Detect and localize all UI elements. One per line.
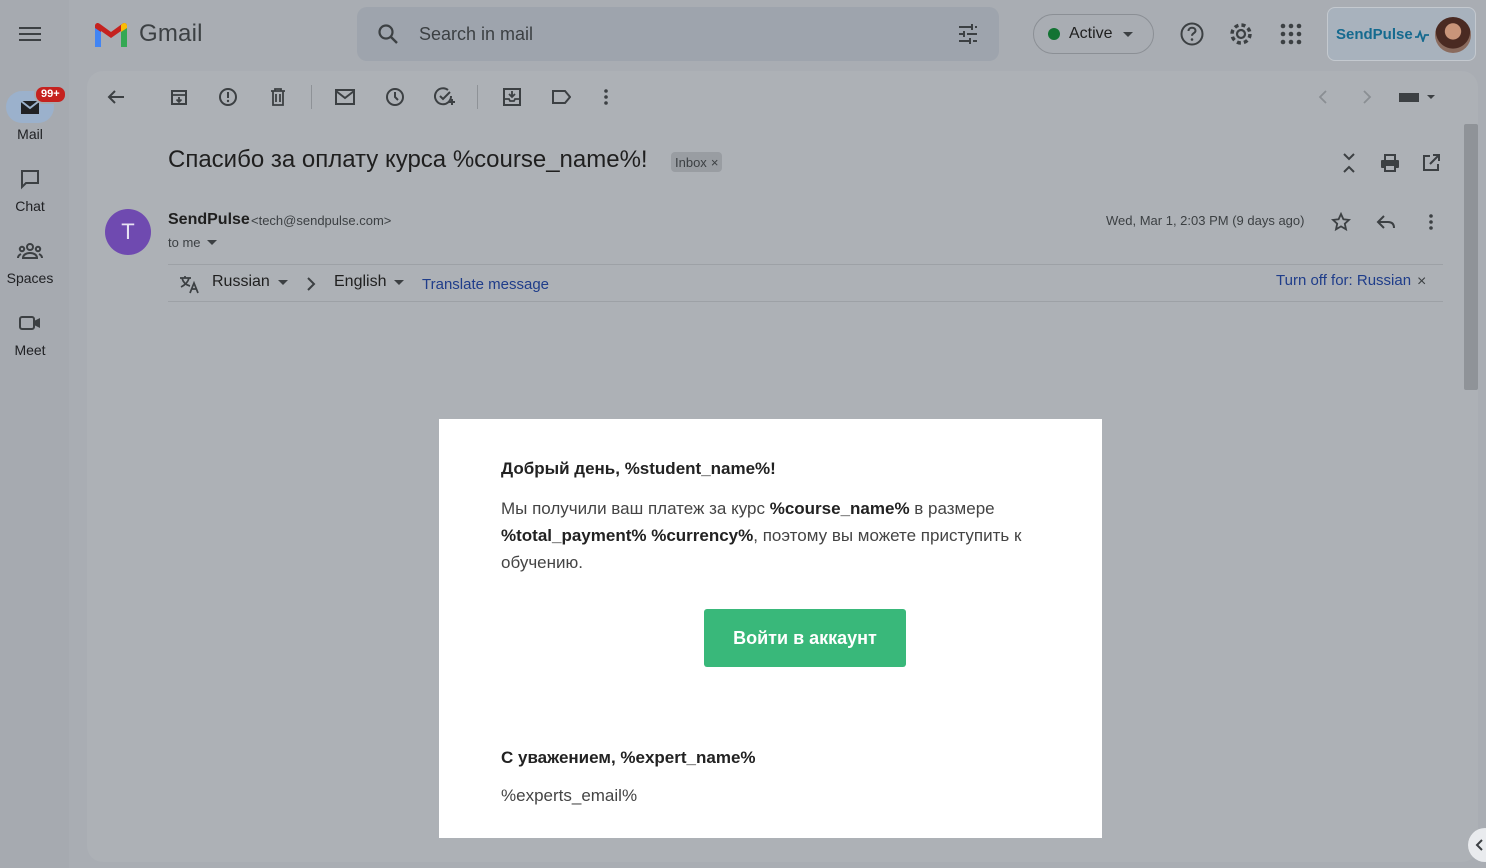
help-icon[interactable] <box>1178 20 1206 48</box>
video-camera-icon <box>6 307 54 339</box>
inbox-label-chip[interactable]: Inbox × <box>671 152 723 172</box>
avatar <box>1435 17 1471 53</box>
toolbar-divider <box>477 85 478 109</box>
label-text: Inbox <box>675 154 707 170</box>
status-dot-icon <box>1048 28 1060 40</box>
sender-email: <tech@sendpulse.com> <box>251 213 392 228</box>
pulse-icon <box>1415 30 1429 42</box>
translate-message-link[interactable]: Translate message <box>422 276 549 293</box>
login-button[interactable]: Войти в аккаунт <box>704 609 906 667</box>
message-date: Wed, Mar 1, 2:03 PM (9 days ago) <box>1106 213 1305 228</box>
expert-email: %experts_email% <box>501 786 638 805</box>
chevron-down-icon <box>1122 31 1133 37</box>
rail-item-label: Chat <box>15 198 45 214</box>
close-icon[interactable]: × <box>1417 273 1426 291</box>
mark-unread-button[interactable] <box>333 85 357 109</box>
target-language: English <box>334 273 387 290</box>
translate-icon <box>179 274 201 299</box>
source-language-dropdown[interactable]: Russian <box>212 273 288 291</box>
source-language: Russian <box>212 273 270 290</box>
label-button[interactable] <box>549 85 573 109</box>
mail-icon: 99+ <box>6 85 67 123</box>
input-tools-keyboard-icon[interactable] <box>1397 85 1439 109</box>
back-button[interactable] <box>104 85 128 109</box>
gmail-logo[interactable]: Gmail <box>93 20 203 48</box>
brand-logo: SendPulse <box>1336 26 1413 43</box>
message-more-options-icon[interactable] <box>1419 210 1443 234</box>
search-icon[interactable] <box>377 23 399 50</box>
older-message-button[interactable] <box>1355 85 1379 109</box>
message-panel: Спасибо за оплату курса %course_name%! I… <box>87 71 1478 862</box>
payment-placeholder: %total_payment% %currency% <box>501 526 754 545</box>
text-fragment: Мы получили ваш платеж за курс <box>501 499 770 518</box>
email-body: Добрый день, %student_name%! Мы получили… <box>439 419 1102 838</box>
translate-bar: Russian English Translate message Turn o… <box>168 264 1443 302</box>
sender-avatar[interactable]: T <box>105 209 151 255</box>
spaces-icon <box>6 235 54 267</box>
archive-button[interactable] <box>167 85 191 109</box>
apps-grid-icon[interactable] <box>1277 20 1305 48</box>
status-label: Active <box>1069 25 1113 42</box>
rail-item-chat[interactable]: Chat <box>0 163 60 214</box>
sender-name[interactable]: SendPulse <box>168 211 250 229</box>
collapse-all-icon[interactable] <box>1337 151 1361 175</box>
star-icon[interactable] <box>1329 210 1353 234</box>
chat-icon <box>6 163 54 195</box>
rail-item-mail[interactable]: 99+ Mail <box>0 85 67 142</box>
delete-button[interactable] <box>266 85 290 109</box>
text-fragment: в размере <box>909 499 995 518</box>
gmail-m-icon <box>95 22 127 47</box>
rail-item-spaces[interactable]: Spaces <box>0 235 60 286</box>
greeting: Добрый день, %student_name%! <box>501 459 776 478</box>
rail-item-label: Meet <box>14 342 46 358</box>
search-options-icon[interactable] <box>957 23 979 50</box>
recipient-text: to me <box>168 235 201 250</box>
rail-item-label: Spaces <box>6 270 54 286</box>
search-bar <box>357 7 999 61</box>
toolbar-divider <box>311 85 312 109</box>
open-in-new-window-icon[interactable] <box>1419 151 1443 175</box>
email-subject: Спасибо за оплату курса %course_name%! <box>168 146 648 173</box>
remove-label-icon[interactable]: × <box>711 155 719 170</box>
arrow-right-icon <box>306 276 316 297</box>
message-paragraph: Мы получили ваш платеж за курс %course_n… <box>501 495 1071 576</box>
course-placeholder: %course_name% <box>769 499 910 518</box>
reply-icon[interactable] <box>1374 210 1398 234</box>
unread-badge: 99+ <box>34 85 67 104</box>
rail-item-meet[interactable]: Meet <box>0 307 60 358</box>
chevron-down-icon <box>394 279 405 285</box>
snooze-button[interactable] <box>383 85 407 109</box>
scrollbar-thumb[interactable] <box>1464 124 1478 390</box>
report-spam-button[interactable] <box>216 85 240 109</box>
account-switcher[interactable]: SendPulse <box>1327 7 1476 61</box>
add-task-button[interactable] <box>433 85 457 109</box>
app-name: Gmail <box>139 20 203 47</box>
left-rail: 99+ Mail Chat Spaces Meet <box>0 0 69 868</box>
status-dropdown[interactable]: Active <box>1033 14 1154 54</box>
chevron-left-icon <box>1475 839 1483 851</box>
rail-item-label: Mail <box>17 126 43 142</box>
chevron-down-icon <box>277 279 288 285</box>
target-language-dropdown[interactable]: English <box>334 273 405 291</box>
search-input[interactable] <box>419 21 919 47</box>
signature: С уважением, %expert_name% <box>501 748 756 767</box>
more-options-icon[interactable] <box>594 85 618 109</box>
recipient-details[interactable]: to me <box>168 235 217 250</box>
newer-message-button[interactable] <box>1311 85 1335 109</box>
move-to-button[interactable] <box>500 85 524 109</box>
turn-off-translation-link[interactable]: Turn off for: Russian <box>1276 272 1411 289</box>
main-menu-button[interactable] <box>18 24 42 44</box>
gear-icon[interactable] <box>1227 20 1255 48</box>
chevron-down-icon <box>206 240 217 245</box>
print-icon[interactable] <box>1378 151 1402 175</box>
